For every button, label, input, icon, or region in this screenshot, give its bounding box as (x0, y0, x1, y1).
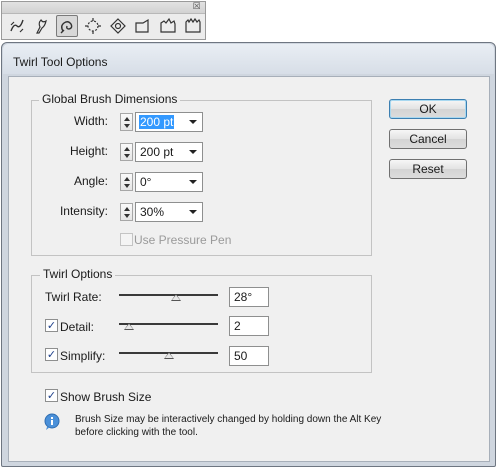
angle-spinner[interactable] (120, 173, 133, 191)
simplify-field[interactable]: 50 (229, 346, 269, 366)
twirl-tool-icon (60, 21, 73, 34)
brush-size-note: Brush Size may be interactively changed … (75, 414, 382, 438)
width-combo[interactable]: 200 pt (135, 112, 203, 132)
width-label: Width: (73, 114, 108, 128)
twirl-tool-button[interactable] (56, 15, 78, 37)
crystallize-tool-button[interactable] (157, 15, 179, 37)
angle-label: Angle: (73, 174, 108, 188)
intensity-combo[interactable]: 30% (135, 202, 203, 222)
global-brush-dimensions-legend: Global Brush Dimensions (39, 92, 181, 106)
palette-close-icon[interactable]: ☒ (192, 3, 201, 12)
twirl-rate-slider-track[interactable] (119, 294, 218, 296)
pucker-tool-button[interactable] (82, 15, 104, 37)
ok-button[interactable]: OK (389, 99, 467, 119)
height-value[interactable]: 200 pt (139, 145, 174, 159)
height-dropdown-icon[interactable] (189, 150, 197, 154)
twirl-rate-slider-thumb[interactable] (171, 294, 181, 301)
detail-checkbox[interactable]: ✓ (45, 319, 58, 332)
use-pressure-pen-checkbox[interactable] (120, 233, 133, 246)
intensity-dropdown-icon[interactable] (189, 210, 197, 214)
detail-label: Detail: (60, 320, 95, 334)
detail-field[interactable]: 2 (229, 316, 269, 336)
height-label: Height: (69, 144, 108, 158)
detail-slider-thumb[interactable] (124, 323, 134, 330)
twirl-rate-label: Twirl Rate: (45, 290, 102, 304)
width-dropdown-icon[interactable] (189, 120, 197, 124)
height-spinner[interactable] (120, 143, 133, 161)
warp-tool-icon (36, 19, 47, 34)
palette-titlebar[interactable] (2, 2, 205, 14)
width-tool-button[interactable] (6, 15, 28, 37)
angle-dropdown-icon[interactable] (189, 180, 197, 184)
reset-button[interactable]: Reset (389, 159, 467, 179)
width-value[interactable]: 200 pt (139, 115, 175, 129)
width-tool-icon (10, 19, 24, 33)
show-brush-size-label: Show Brush Size (60, 390, 152, 404)
intensity-label: Intensity: (59, 204, 108, 218)
scallop-tool-icon (135, 18, 149, 33)
use-pressure-pen-label: Use Pressure Pen (134, 233, 232, 247)
liquify-tools-palette: ☒ (1, 1, 206, 40)
wrinkle-tool-icon (185, 17, 201, 33)
simplify-label: Simplify: (60, 349, 106, 363)
scallop-tool-button[interactable] (132, 15, 154, 37)
cancel-button[interactable]: Cancel (389, 129, 467, 149)
crystallize-tool-icon (160, 17, 176, 33)
intensity-value[interactable]: 30% (139, 205, 165, 219)
twirl-options-legend: Twirl Options (40, 267, 116, 281)
dialog-title: Twirl Tool Options (13, 55, 108, 69)
bloat-tool-icon (110, 18, 126, 34)
height-combo[interactable]: 200 pt (135, 142, 203, 162)
simplify-checkbox[interactable]: ✓ (45, 348, 58, 361)
wrinkle-tool-button[interactable] (182, 15, 204, 37)
simplify-slider-thumb[interactable] (164, 352, 174, 359)
info-icon (44, 413, 60, 430)
width-spinner[interactable] (120, 113, 133, 131)
angle-value[interactable]: 0° (139, 175, 152, 189)
intensity-spinner[interactable] (120, 203, 133, 221)
twirl-rate-field[interactable]: 28° (229, 287, 269, 307)
warp-tool-button[interactable] (31, 15, 53, 37)
show-brush-size-checkbox[interactable]: ✓ (45, 389, 58, 402)
bloat-tool-button[interactable] (107, 15, 129, 37)
pucker-tool-icon (85, 18, 101, 34)
angle-combo[interactable]: 0° (135, 172, 203, 192)
